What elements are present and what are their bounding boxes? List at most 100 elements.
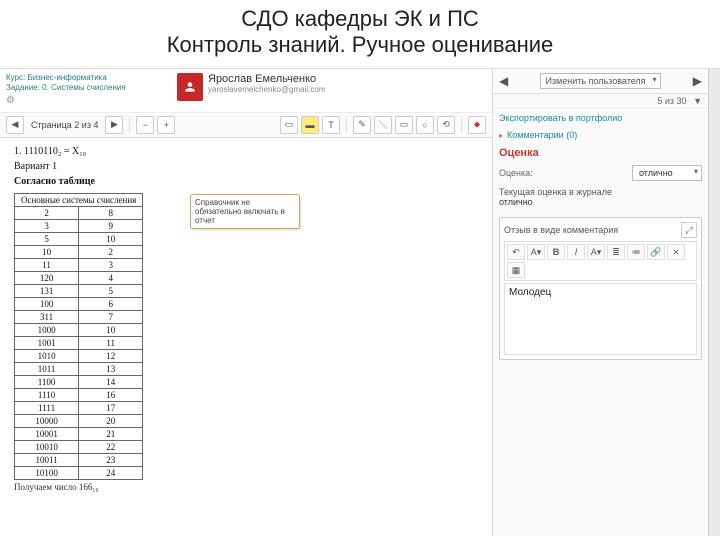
table-cell: 4 bbox=[79, 271, 143, 284]
current-grade-label: Текущая оценка в журнале bbox=[499, 187, 702, 197]
table-cell: 11 bbox=[79, 336, 143, 349]
variant-label: Вариант 1 bbox=[14, 161, 478, 172]
current-grade: Текущая оценка в журнале отлично bbox=[499, 187, 702, 207]
table-row: 510 bbox=[15, 232, 143, 245]
document-viewport[interactable]: 1. 1110110₂ = X₁₀ Вариант 1 Согласно таб… bbox=[0, 138, 492, 537]
grade-select[interactable]: отлично bbox=[632, 165, 702, 181]
font-button[interactable]: A▾ bbox=[587, 244, 605, 260]
table-cell: 1111 bbox=[15, 401, 79, 414]
zoom-out-button[interactable]: − bbox=[136, 116, 154, 134]
list-ul-button[interactable]: ≣ bbox=[607, 244, 625, 260]
table-cell: 14 bbox=[79, 375, 143, 388]
table-row: 1315 bbox=[15, 284, 143, 297]
editor-toolbar: ↶ A▾ B I A▾ ≣ ≔ 🔗 ⨯ ▦ bbox=[504, 241, 697, 281]
table-row: 110014 bbox=[15, 375, 143, 388]
comments-toggle[interactable]: ▸ Комментарии (0) bbox=[493, 127, 708, 143]
line-tool-button[interactable]: ＼ bbox=[374, 116, 392, 134]
table-cell: 9 bbox=[79, 219, 143, 232]
table-row: 1010024 bbox=[15, 466, 143, 479]
table-row: 113 bbox=[15, 258, 143, 271]
table-cell: 11 bbox=[15, 258, 79, 271]
table-row: 101012 bbox=[15, 349, 143, 362]
table-row: 111016 bbox=[15, 388, 143, 401]
table-cell: 120 bbox=[15, 271, 79, 284]
table-cell: 1000 bbox=[15, 323, 79, 336]
slide-title: СДО кафедры ЭК и ПС Контроль знаний. Руч… bbox=[0, 0, 720, 68]
question-text: 1. 1110110₂ = X₁₀ bbox=[14, 146, 478, 157]
table-cell: 311 bbox=[15, 310, 79, 323]
grade-heading: Оценка bbox=[499, 147, 702, 159]
pen-tool-button[interactable]: ✎ bbox=[353, 116, 371, 134]
table-header: Основные системы счисления bbox=[15, 193, 143, 206]
prev-student-button[interactable]: ◀ bbox=[499, 74, 508, 88]
grade-block: Оценка Оценка: отлично Текущая оценка в … bbox=[493, 143, 708, 211]
expand-editor-button[interactable]: ⤢ bbox=[681, 222, 697, 238]
table-cell: 3 bbox=[15, 219, 79, 232]
table-cell: 10 bbox=[15, 245, 79, 258]
export-portfolio-link[interactable]: Экспортировать в портфолио bbox=[493, 109, 708, 127]
numeral-systems-table: Основные системы счисления 2839510102113… bbox=[14, 193, 143, 480]
clear-tool-button[interactable]: ⟲ bbox=[437, 116, 455, 134]
table-row: 1000121 bbox=[15, 427, 143, 440]
table-row: 100010 bbox=[15, 323, 143, 336]
rect-tool-button[interactable]: ▭ bbox=[395, 116, 413, 134]
table-cell: 6 bbox=[79, 297, 143, 310]
list-ol-button[interactable]: ≔ bbox=[627, 244, 645, 260]
annotation-note[interactable]: Справочник не обязательно включать в отч… bbox=[190, 194, 300, 229]
current-grade-value: отлично bbox=[499, 197, 702, 207]
table-cell: 5 bbox=[15, 232, 79, 245]
style-button[interactable]: A▾ bbox=[527, 244, 545, 260]
table-cell: 100 bbox=[15, 297, 79, 310]
link-button[interactable]: 🔗 bbox=[647, 244, 665, 260]
table-cell: 1100 bbox=[15, 375, 79, 388]
table-cell: 7 bbox=[79, 310, 143, 323]
prev-page-button[interactable]: ◀ bbox=[6, 116, 24, 134]
table-row: 102 bbox=[15, 245, 143, 258]
table-cell: 21 bbox=[79, 427, 143, 440]
gear-icon[interactable]: ⚙ bbox=[6, 95, 15, 108]
feedback-textarea[interactable]: Молодец bbox=[504, 283, 697, 355]
table-cell: 131 bbox=[15, 284, 79, 297]
table-row: 1006 bbox=[15, 297, 143, 310]
table-cell: 22 bbox=[79, 440, 143, 453]
table-cell: 10001 bbox=[15, 427, 79, 440]
grading-panel: ◀ Изменить пользователя ▶ 5 из 30 ▼ Эксп… bbox=[493, 69, 708, 536]
undo-button[interactable]: ↶ bbox=[507, 244, 525, 260]
student-email: yaroslavemelchenko@gmail.com bbox=[208, 85, 326, 94]
table-row: 1000020 bbox=[15, 414, 143, 427]
text-tool-button[interactable]: T bbox=[322, 116, 340, 134]
comment-tool-button[interactable]: ▭ bbox=[280, 116, 298, 134]
next-student-button[interactable]: ▶ bbox=[693, 74, 702, 88]
course-name: Курс: Бизнес-информатика bbox=[6, 73, 171, 83]
table-row: 28 bbox=[15, 206, 143, 219]
filter-icon[interactable]: ▼ bbox=[693, 96, 702, 106]
table-cell: 10011 bbox=[15, 453, 79, 466]
scrollbar[interactable] bbox=[708, 69, 720, 536]
highlight-tool-button[interactable]: ▬ bbox=[301, 116, 319, 134]
image-button[interactable]: ▦ bbox=[507, 262, 525, 278]
table-cell: 20 bbox=[79, 414, 143, 427]
assignment-name: Задание: 0. Системы счисления bbox=[6, 83, 171, 93]
slide-title-2: Контроль знаний. Ручное оценивание bbox=[0, 32, 720, 58]
table-row: 39 bbox=[15, 219, 143, 232]
change-user-select[interactable]: Изменить пользователя bbox=[540, 73, 660, 89]
zoom-in-button[interactable]: + bbox=[157, 116, 175, 134]
table-cell: 12 bbox=[79, 349, 143, 362]
table-cell: 1010 bbox=[15, 349, 79, 362]
stamp-tool-button[interactable]: ⬥ bbox=[468, 116, 486, 134]
table-row: 3117 bbox=[15, 310, 143, 323]
next-page-button[interactable]: ▶ bbox=[105, 116, 123, 134]
table-cell: 10000 bbox=[15, 414, 79, 427]
table-row: 1204 bbox=[15, 271, 143, 284]
italic-button[interactable]: I bbox=[567, 244, 585, 260]
result-line: Получаем число 166₁₀ bbox=[14, 482, 478, 492]
student-counter-row: 5 из 30 ▼ bbox=[493, 94, 708, 109]
unlink-button[interactable]: ⨯ bbox=[667, 244, 685, 260]
table-cell: 10010 bbox=[15, 440, 79, 453]
bold-button[interactable]: B bbox=[547, 244, 565, 260]
table-row: 100111 bbox=[15, 336, 143, 349]
oval-tool-button[interactable]: ○ bbox=[416, 116, 434, 134]
table-row: 111117 bbox=[15, 401, 143, 414]
slide-title-1: СДО кафедры ЭК и ПС bbox=[0, 6, 720, 32]
table-cell: 10 bbox=[79, 323, 143, 336]
